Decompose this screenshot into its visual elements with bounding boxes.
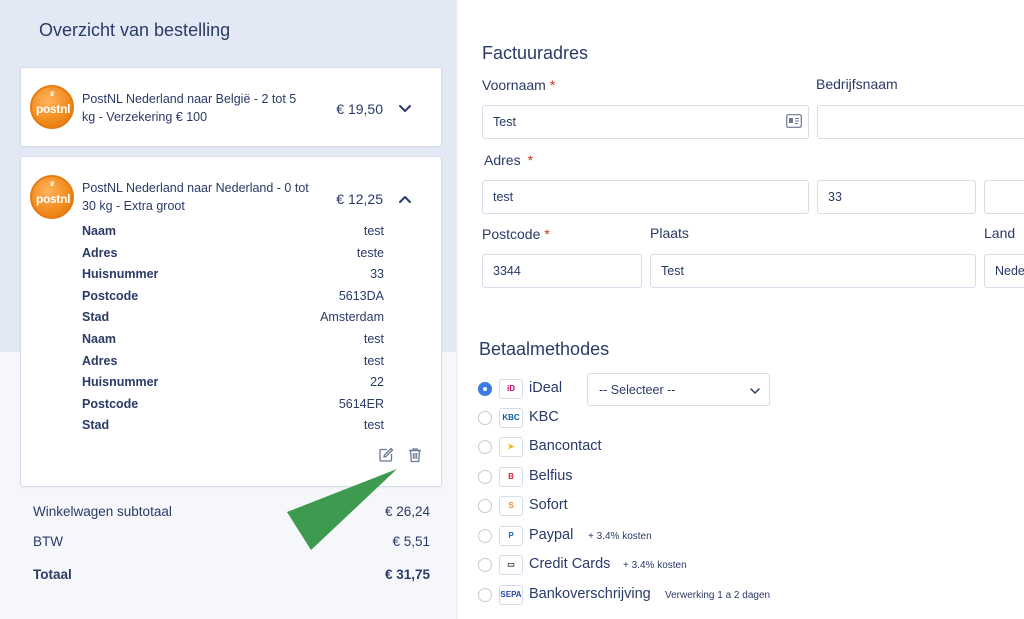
city-label: Plaats: [650, 225, 689, 241]
shipping-detail-value: 33: [370, 267, 384, 282]
country-label: Land: [984, 225, 1016, 241]
shipping-detail-label: Stad: [82, 310, 110, 325]
annotation-arrow: [287, 469, 397, 550]
payment-method-name: Bankoverschrijving: [529, 586, 651, 602]
total-row: Totaal € 31,75: [33, 567, 430, 582]
payment-radio[interactable]: [478, 411, 492, 425]
house-number-input[interactable]: [817, 180, 976, 214]
shipping-detail-label: Huisnummer: [82, 267, 159, 282]
payment-method-sofort[interactable]: S Sofort: [478, 496, 798, 518]
shipping-item-title: PostNL Nederland naar België - 2 tot 5 k…: [82, 92, 297, 124]
payment-radio[interactable]: [478, 558, 492, 572]
first-name-label: Voornaam *: [482, 77, 556, 93]
payment-logo-icon: ➤: [499, 437, 523, 457]
payment-method-kbc[interactable]: KBC KBC: [478, 408, 798, 430]
chevron-up-icon[interactable]: [398, 192, 412, 206]
house-number-addition-input[interactable]: [984, 180, 1024, 214]
payment-method-note: + 3.4% kosten: [623, 560, 687, 571]
shipping-detail-row: Naam test: [82, 224, 384, 244]
company-input[interactable]: [817, 105, 1024, 139]
shipping-detail-value: teste: [356, 245, 384, 260]
postnl-logo: ♛ postnl: [30, 85, 74, 129]
shipping-detail-value: test: [363, 418, 384, 433]
chevron-down-icon[interactable]: [398, 102, 412, 116]
shipping-item-price: € 12,25: [336, 191, 383, 207]
shipping-detail-value: 5614ER: [338, 396, 384, 411]
shipping-detail-label: Stad: [82, 418, 110, 433]
shipping-item-price: € 19,50: [336, 101, 383, 117]
shipping-detail-row: Naam test: [82, 332, 384, 352]
payment-logo-icon: P: [499, 526, 523, 546]
payment-method-name: Sofort: [529, 497, 568, 513]
shipping-detail-value: 5613DA: [338, 288, 384, 303]
shipping-detail-label: Postcode: [82, 396, 139, 411]
payment-radio[interactable]: [478, 499, 492, 513]
shipping-detail-label: Adres: [82, 353, 118, 368]
shipping-detail-label: Naam: [82, 332, 117, 346]
shipping-detail-row: Huisnummer 22: [82, 375, 384, 395]
payment-logo-icon: ▭: [499, 555, 523, 575]
payment-logo-icon: SEPA: [499, 585, 523, 605]
shipping-detail-value: test: [363, 224, 384, 238]
shipping-detail-label: Postcode: [82, 288, 139, 303]
city-input[interactable]: [650, 254, 976, 288]
edit-icon[interactable]: [378, 447, 394, 463]
payment-logo-icon: iD: [499, 379, 523, 399]
payment-method-name: KBC: [529, 409, 559, 425]
payment-logo-icon: S: [499, 496, 523, 516]
payment-radio[interactable]: [478, 440, 492, 454]
shipping-detail-label: Adres: [82, 245, 118, 260]
billing-title: Factuuradres: [482, 43, 589, 63]
first-name-input[interactable]: [482, 105, 809, 139]
shipping-detail-label: Naam: [82, 224, 117, 238]
shipping-detail-row: Adres teste: [82, 246, 384, 266]
payment-method-name: Bancontact: [529, 438, 602, 454]
payment-logo-icon: B: [499, 467, 523, 487]
postnl-logo: ♛ postnl: [30, 175, 74, 219]
shipping-detail-value: test: [363, 332, 384, 346]
ideal-bank-select[interactable]: -- Selecteer --: [587, 373, 770, 406]
shipping-detail-row: Adres test: [82, 354, 384, 374]
shipping-detail-row: Stad test: [82, 418, 384, 438]
country-select[interactable]: [984, 254, 1024, 288]
payment-title: Betaalmethodes: [479, 339, 610, 359]
payment-method-note: Verwerking 1 a 2 dagen: [665, 590, 771, 601]
payment-radio[interactable]: [478, 588, 492, 602]
payment-method-credit-cards[interactable]: ▭ Credit Cards + 3.4% kosten: [478, 555, 798, 577]
shipping-detail-label: Huisnummer: [82, 375, 159, 390]
shipping-item-title: PostNL Nederland naar Nederland - 0 tot …: [82, 181, 309, 213]
shipping-detail-value: Amsterdam: [320, 310, 384, 325]
order-summary-title: Overzicht van bestelling: [39, 20, 231, 40]
shipping-detail-row: Huisnummer 33: [82, 267, 384, 287]
shipping-detail-value: test: [363, 353, 384, 368]
payment-method-paypal[interactable]: P Paypal + 3.4% kosten: [478, 526, 798, 548]
payment-method-name: Credit Cards: [529, 556, 611, 572]
payment-method-name: iDeal: [529, 380, 563, 396]
payment-radio[interactable]: [478, 529, 492, 543]
payment-method-name: Paypal: [529, 527, 574, 543]
shipping-detail-row: Stad Amsterdam: [82, 310, 384, 330]
shipping-detail-row: Postcode 5614ER: [82, 397, 384, 417]
shipping-item-card: ♛ postnl PostNL Nederland naar België - …: [20, 67, 442, 147]
shipping-detail-row: Postcode 5613DA: [82, 289, 384, 309]
company-label: Bedrijfsnaam: [816, 76, 898, 92]
payment-method-belfius[interactable]: B Belfius: [478, 467, 798, 489]
postcode-input[interactable]: [482, 254, 642, 288]
contact-card-icon[interactable]: [786, 114, 802, 128]
trash-icon[interactable]: [407, 447, 423, 463]
address-label: Adres *: [484, 152, 534, 168]
address-input[interactable]: [482, 180, 809, 214]
payment-method-bancontact[interactable]: ➤ Bancontact: [478, 437, 798, 459]
payment-radio[interactable]: [478, 470, 492, 484]
payment-radio[interactable]: [478, 382, 492, 396]
chevron-down-icon: [750, 388, 760, 395]
panel-divider: [456, 0, 458, 619]
shipping-detail-value: 22: [370, 375, 384, 390]
postcode-label: Postcode *: [482, 226, 550, 242]
payment-logo-icon: KBC: [499, 408, 523, 428]
payment-method-name: Belfius: [529, 468, 573, 484]
payment-method-note: + 3.4% kosten: [588, 531, 652, 542]
shipping-item-card-expanded: ♛ postnl PostNL Nederland naar Nederland…: [20, 156, 442, 487]
payment-method-bankoverschrijving[interactable]: SEPA Bankoverschrijving Verwerking 1 a 2 d…: [478, 585, 798, 607]
